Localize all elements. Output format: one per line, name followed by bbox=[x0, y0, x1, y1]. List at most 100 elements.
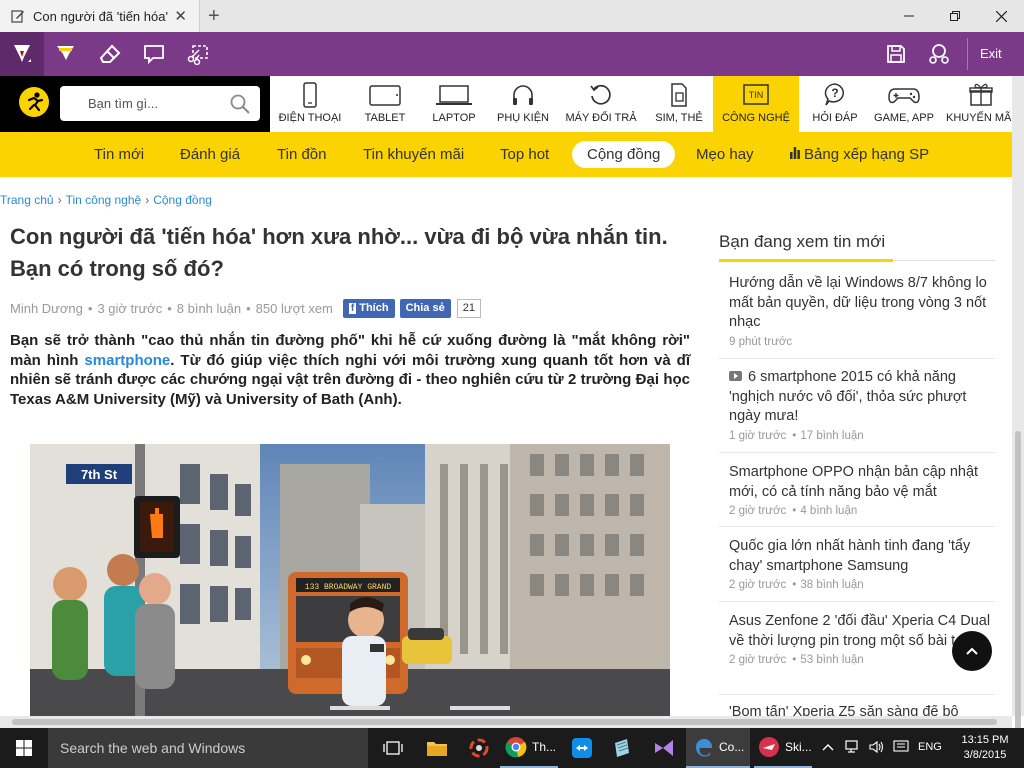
nav-phu-kien[interactable]: PHỤ KIỆN bbox=[492, 76, 554, 132]
subnav-danh-gia[interactable]: Đánh giá bbox=[180, 146, 240, 163]
task-view-icon bbox=[383, 741, 403, 755]
subnav-tin-khuyen-mai[interactable]: Tin khuyến mãi bbox=[363, 146, 464, 163]
vertical-scrollbar-thumb[interactable] bbox=[1015, 431, 1021, 761]
sidebar-news-item[interactable]: Hướng dẫn về lại Windows 8/7 không lo mấ… bbox=[719, 274, 995, 359]
restore-button[interactable] bbox=[932, 0, 978, 32]
teamviewer-button[interactable] bbox=[563, 728, 601, 768]
gamepad-icon bbox=[888, 88, 920, 104]
nav-hoi-dap[interactable]: ? HỎI ĐÁP bbox=[804, 76, 866, 132]
news-title[interactable]: Hướng dẫn về lại Windows 8/7 không lo mấ… bbox=[729, 274, 995, 333]
sidebar-news-item[interactable]: 6 smartphone 2015 có khả năng 'nghịch nư… bbox=[719, 368, 995, 453]
news-title[interactable]: 'Bom tấn' Xperia Z5 sẵn sàng để bộ bbox=[729, 705, 995, 716]
nav-khuyen-mai[interactable]: KHUYẾN MÃ bbox=[942, 76, 1012, 132]
task-view-button[interactable] bbox=[374, 728, 412, 768]
sidebar-news-item[interactable]: 'Bom tấn' Xperia Z5 sẵn sàng để bộ bbox=[719, 705, 995, 716]
language-indicator[interactable]: ENG bbox=[918, 741, 942, 753]
phone-icon bbox=[303, 82, 317, 108]
sidebar-news-item[interactable]: Smartphone OPPO nhận bản cập nhật mới, c… bbox=[719, 463, 995, 527]
taskbar-search-box[interactable]: Search the web and Windows bbox=[48, 728, 368, 768]
meta-dot: • bbox=[87, 301, 93, 316]
eraser-tool-button[interactable] bbox=[88, 32, 132, 76]
search-icon[interactable] bbox=[229, 93, 251, 115]
action-center-icon[interactable] bbox=[893, 740, 909, 757]
subnav-tin-moi[interactable]: Tin mới bbox=[94, 146, 144, 163]
tab-close-button[interactable]: ✕ bbox=[174, 7, 187, 25]
skitch-icon bbox=[759, 737, 779, 757]
pen-tool-button[interactable] bbox=[0, 32, 44, 76]
close-icon bbox=[995, 10, 1007, 22]
taskbar-search-input[interactable]: Search the web and Windows bbox=[60, 740, 245, 756]
scroll-to-top-button[interactable] bbox=[952, 631, 992, 671]
facebook-share-button[interactable]: Chia sẻ bbox=[399, 299, 451, 318]
nav-may-doi-tra[interactable]: MÁY ĐỔI TRẢ bbox=[560, 76, 642, 132]
subnav-top-hot[interactable]: Top hot bbox=[500, 146, 549, 163]
sub-navigation: Tin mới Đánh giá Tin đồn Tin khuyến mãi … bbox=[0, 132, 1012, 177]
minimize-button[interactable] bbox=[886, 0, 932, 32]
meta-dot: • bbox=[792, 654, 797, 666]
vertical-scrollbar[interactable] bbox=[1012, 76, 1024, 761]
breadcrumb-separator: › bbox=[145, 193, 150, 207]
edge-taskbar-button[interactable]: Co... bbox=[686, 728, 750, 768]
close-window-button[interactable] bbox=[978, 0, 1024, 32]
share-note-button[interactable] bbox=[917, 32, 961, 76]
nav-label: CÔNG NGHỆ bbox=[722, 112, 790, 124]
nav-tablet[interactable]: TABLET bbox=[350, 76, 420, 132]
news-time: 2 giờ trước bbox=[729, 505, 787, 517]
article-views: 850 lượt xem bbox=[255, 301, 333, 316]
nav-label: HỎI ĐÁP bbox=[812, 112, 858, 124]
volume-icon[interactable] bbox=[869, 740, 885, 757]
site-header: Bạn tìm gì... ĐIỆN THOẠI TABLET LAPTOP P… bbox=[0, 76, 1012, 132]
nav-laptop[interactable]: LAPTOP bbox=[424, 76, 484, 132]
exit-button[interactable]: Exit bbox=[980, 46, 1002, 61]
nav-dien-thoai[interactable]: ĐIỆN THOẠI bbox=[274, 76, 346, 132]
save-note-button[interactable] bbox=[874, 32, 918, 76]
article-meta: Minh Dương • 3 giờ trước • 8 bình luận •… bbox=[10, 299, 481, 318]
chrome-taskbar-button[interactable]: Th... bbox=[500, 728, 558, 768]
news-meta: 1 giờ trước • 17 bình luận bbox=[729, 430, 995, 442]
horizontal-scrollbar[interactable] bbox=[0, 716, 1012, 728]
skitch-taskbar-button[interactable]: Ski... bbox=[754, 728, 812, 768]
windows-logo-icon bbox=[16, 740, 32, 756]
subnav-bang-xep-hang[interactable]: Bảng xếp hạng SP bbox=[790, 146, 929, 163]
tray-overflow-chevron-icon[interactable] bbox=[822, 739, 834, 754]
tablet-icon bbox=[369, 85, 401, 106]
facebook-like-button[interactable]: f Thích bbox=[342, 299, 395, 318]
news-title[interactable]: 6 smartphone 2015 có khả năng 'nghịch nư… bbox=[729, 368, 995, 427]
edge-icon bbox=[695, 738, 712, 757]
search-input[interactable]: Bạn tìm gì... bbox=[88, 96, 158, 111]
smartphone-link[interactable]: smartphone bbox=[84, 352, 170, 369]
clip-tool-button[interactable] bbox=[176, 32, 220, 76]
search-box[interactable]: Bạn tìm gì... bbox=[60, 86, 260, 121]
app-button[interactable] bbox=[460, 728, 498, 768]
site-logo[interactable] bbox=[19, 87, 49, 117]
news-title[interactable]: Quốc gia lớn nhất hành tinh đang 'tẩy ch… bbox=[729, 537, 995, 576]
visual-studio-button[interactable] bbox=[645, 728, 683, 768]
nav-game-app[interactable]: GAME, APP bbox=[870, 76, 938, 132]
subnav-tin-don[interactable]: Tin đồn bbox=[277, 146, 326, 163]
news-comments: 17 bình luận bbox=[800, 429, 864, 442]
network-icon[interactable] bbox=[845, 740, 861, 757]
highlighter-tool-button[interactable] bbox=[44, 32, 88, 76]
subnav-cong-dong[interactable]: Cộng đồng bbox=[572, 141, 676, 168]
subnav-meo-hay[interactable]: Mẹo hay bbox=[696, 146, 754, 163]
sidebar-news-item[interactable]: Quốc gia lớn nhất hành tinh đang 'tẩy ch… bbox=[719, 537, 995, 602]
horizontal-scrollbar-thumb[interactable] bbox=[12, 719, 997, 725]
breadcrumb-cong-dong[interactable]: Cộng đồng bbox=[153, 193, 212, 207]
comment-tool-button[interactable] bbox=[132, 32, 176, 76]
notepad-button[interactable] bbox=[603, 728, 641, 768]
article-author[interactable]: Minh Dương bbox=[10, 301, 83, 316]
clock[interactable]: 13:15 PM 3/8/2015 bbox=[960, 733, 1010, 763]
browser-tab[interactable]: Con người đã 'tiến hóa' ✕ bbox=[0, 0, 200, 32]
news-title[interactable]: Smartphone OPPO nhận bản cập nhật mới, c… bbox=[729, 463, 995, 502]
share-icon bbox=[929, 44, 949, 64]
nav-cong-nghe[interactable]: TIN CÔNG NGHỆ bbox=[713, 76, 799, 132]
nav-sim-the[interactable]: SIM, THẺ bbox=[648, 76, 710, 132]
breadcrumb-home[interactable]: Trang chủ bbox=[0, 193, 54, 207]
article-title: Con người đã 'tiến hóa' hơn xưa nhờ... v… bbox=[10, 224, 668, 281]
new-tab-button[interactable]: + bbox=[208, 5, 220, 28]
breadcrumb-tin-cong-nghe[interactable]: Tin công nghệ bbox=[66, 193, 142, 207]
start-button[interactable] bbox=[0, 728, 48, 768]
logo-area: Bạn tìm gì... bbox=[0, 76, 270, 132]
article-comments[interactable]: 8 bình luận bbox=[177, 301, 241, 316]
file-explorer-button[interactable] bbox=[418, 728, 456, 768]
